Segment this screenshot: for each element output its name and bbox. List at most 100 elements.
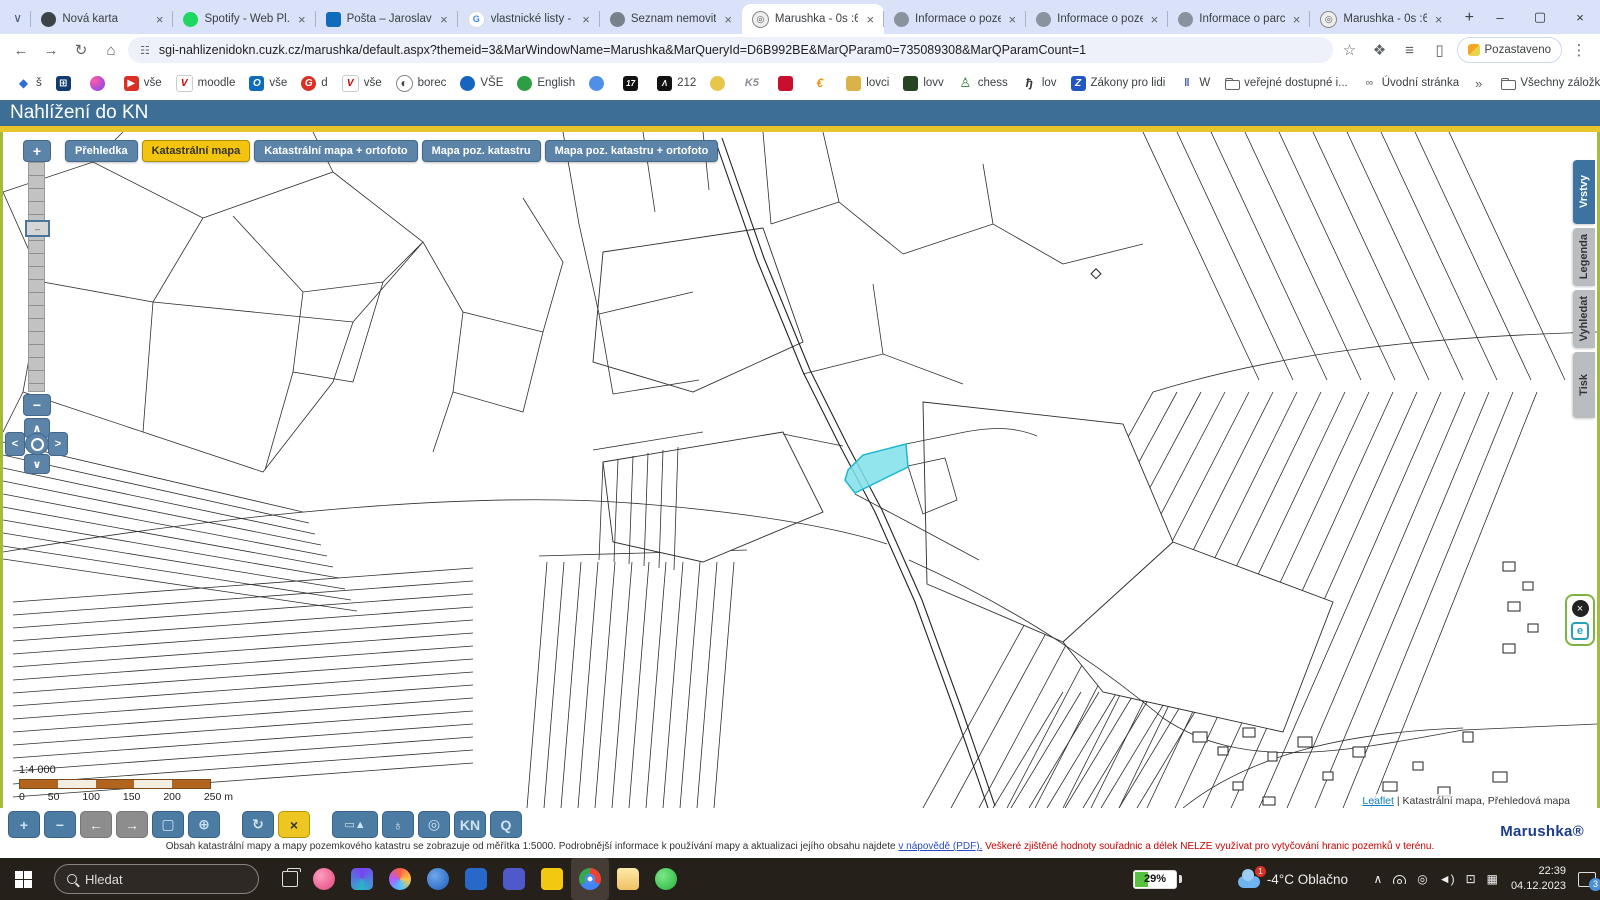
forward-icon[interactable]: → — [38, 37, 64, 63]
address-bar[interactable]: ☷ sgi-nahlizenidokn.cuzk.cz/marushka/def… — [128, 37, 1333, 63]
tab-nova-karta[interactable]: Nová karta × — [31, 4, 173, 34]
window-close-button[interactable]: × — [1560, 2, 1600, 32]
notification-center[interactable]: 3 — [1578, 858, 1596, 900]
layer-mapa-poz-katastru-ortofoto[interactable]: Mapa poz. katastru + ortofoto — [545, 140, 719, 162]
bookmark-item[interactable]: Vmoodle — [170, 72, 242, 95]
bookmarks-overflow-chevron[interactable]: » — [1467, 76, 1490, 91]
zoom-slider-track[interactable] — [28, 162, 45, 392]
reload-icon[interactable]: ↻ — [68, 37, 94, 63]
new-tab-button[interactable]: + — [1458, 6, 1480, 30]
side-panel-icon[interactable]: ▯ — [1427, 37, 1453, 63]
bookmark-item[interactable]: 17 — [617, 73, 649, 94]
tab-close-icon[interactable]: × — [1149, 12, 1161, 27]
gps-target-tool[interactable]: ◎ — [418, 811, 450, 838]
window-restore-button[interactable]: ▢ — [1520, 2, 1560, 32]
tab-informace-1[interactable]: Informace o poze... × — [884, 4, 1026, 34]
zoom-rectangle-tool[interactable]: ▢ — [152, 811, 184, 838]
bookmark-item[interactable]: € — [806, 73, 838, 94]
bookmark-item[interactable]: veřejné dostupné i... — [1218, 73, 1354, 94]
tab-posta[interactable]: Pošta – Jaroslav ... × — [316, 4, 458, 34]
zoom-in-button[interactable]: + — [23, 140, 51, 162]
battery-indicator[interactable]: 29% — [1133, 858, 1182, 900]
taskbar-search-input[interactable]: Hledat — [54, 864, 259, 894]
all-bookmarks-button[interactable]: Všechny záložky — [1494, 73, 1600, 94]
leaflet-link[interactable]: Leaflet — [1362, 795, 1394, 807]
bookmark-item[interactable]: Ovše — [243, 73, 293, 94]
bookmark-item[interactable]: ◆š — [10, 73, 48, 94]
app-icon-chrome-active[interactable] — [571, 858, 609, 900]
bookmark-item[interactable] — [583, 73, 615, 94]
layer-katastralni-mapa-ortofoto[interactable]: Katastrální mapa + ortofoto — [254, 140, 417, 162]
url-text[interactable]: sgi-nahlizenidokn.cuzk.cz/marushka/defau… — [159, 43, 1086, 57]
zoom-in-tool[interactable]: + — [8, 811, 40, 838]
app-icon-explorer[interactable] — [609, 858, 647, 900]
app-icon-powerbi[interactable] — [533, 858, 571, 900]
layer-prehledka[interactable]: Přehledka — [65, 140, 138, 162]
tab-close-icon[interactable]: × — [580, 12, 592, 27]
tab-close-icon[interactable]: × — [1291, 12, 1303, 27]
wifi-icon[interactable] — [1393, 875, 1406, 884]
layer-mapa-poz-katastru[interactable]: Mapa poz. katastru — [422, 140, 541, 162]
pan-down-button[interactable]: ∨ — [24, 454, 50, 474]
kn-info-tool[interactable]: KN — [454, 811, 486, 838]
bookmark-star-icon[interactable]: ☆ — [1337, 37, 1363, 63]
tab-informace-2[interactable]: Informace o poze... × — [1026, 4, 1168, 34]
pan-left-button[interactable]: < — [5, 432, 25, 456]
tab-close-icon[interactable]: × — [154, 12, 166, 27]
bookmark-item[interactable]: ZZákony pro lidi — [1065, 73, 1172, 94]
tab-close-icon[interactable]: × — [1007, 12, 1019, 27]
side-tab-legenda[interactable]: Legenda — [1573, 228, 1595, 286]
app-icon-resolve[interactable] — [381, 858, 419, 900]
bookmark-item[interactable]: ∞Úvodní stránka — [1356, 73, 1465, 94]
tab-marushka-active[interactable]: ◎ Marushka - 0s :6... × — [742, 4, 884, 34]
info-e-icon[interactable]: e — [1571, 622, 1589, 640]
bookmark-item[interactable]: ◐borec — [390, 72, 453, 95]
zoom-out-tool[interactable]: − — [44, 811, 76, 838]
bookmark-item[interactable]: ⊞ — [50, 73, 82, 94]
bookmark-item[interactable] — [704, 73, 736, 94]
side-tab-vyhledat[interactable]: Vyhledat — [1573, 290, 1595, 348]
close-icon[interactable]: × — [1572, 600, 1589, 617]
refresh-tool[interactable]: ↻ — [242, 811, 274, 838]
reading-list-icon[interactable]: ≡ — [1397, 37, 1423, 63]
tab-close-icon[interactable]: × — [864, 12, 876, 27]
extensions-icon[interactable]: ❖ — [1367, 37, 1393, 63]
tab-seznam-nemovitosti[interactable]: Seznam nemovit... × — [600, 4, 742, 34]
tab-close-icon[interactable]: × — [1433, 12, 1445, 27]
app-icon-calendar[interactable] — [457, 858, 495, 900]
start-button[interactable] — [0, 858, 46, 900]
task-view-icon[interactable] — [275, 864, 305, 894]
cancel-tool[interactable]: × — [278, 811, 310, 838]
volume-icon[interactable]: ◄) — [1439, 872, 1455, 886]
map-viewport[interactable]: Přehledka Katastrální mapa Katastrální m… — [0, 132, 1600, 808]
full-extent-globe-tool[interactable]: ⊕ — [188, 811, 220, 838]
locate-pin-tool[interactable]: ♁ — [382, 811, 414, 838]
bookmark-item[interactable]: lovci — [840, 73, 895, 94]
bookmark-item[interactable]: ♙chess — [952, 73, 1014, 94]
bookmark-item[interactable]: English — [511, 73, 581, 94]
window-minimize-button[interactable]: – — [1480, 2, 1520, 32]
keyboard-icon[interactable]: ▦ — [1487, 872, 1498, 886]
pan-right-button[interactable]: > — [48, 432, 68, 456]
back-icon[interactable]: ← — [8, 37, 34, 63]
menu-kebab-icon[interactable]: ⋮ — [1566, 37, 1592, 63]
measure-tool[interactable]: ▭▲ — [332, 811, 378, 838]
bookmark-item[interactable]: Gd — [295, 73, 333, 94]
tab-close-icon[interactable]: × — [722, 12, 734, 27]
paused-sync-chip[interactable]: Pozastaveno — [1457, 37, 1563, 63]
cadastral-map[interactable] — [3, 132, 1597, 808]
help-pdf-link[interactable]: v nápovědě (PDF). — [898, 841, 982, 852]
app-icon-dynamics[interactable] — [343, 858, 381, 900]
tab-vlastnicke-listy[interactable]: G vlastnické listy - ... × — [458, 4, 600, 34]
bookmark-item[interactable]: ‖W — [1173, 73, 1216, 94]
taskbar-clock[interactable]: 22:39 04.12.2023 — [1511, 858, 1566, 900]
bookmark-item[interactable]: ђlov — [1016, 73, 1063, 94]
tray-chevron-icon[interactable]: ∧ — [1373, 872, 1382, 886]
zoom-out-button[interactable]: − — [23, 394, 51, 416]
history-forward-tool[interactable]: → — [116, 811, 148, 838]
bookmark-item[interactable]: K5 — [738, 73, 770, 94]
site-settings-icon[interactable]: ☷ — [140, 44, 151, 57]
bookmark-item[interactable]: Λ212 — [651, 73, 702, 94]
bookmark-item[interactable]: Vvše — [336, 72, 388, 95]
tab-close-icon[interactable]: × — [296, 12, 308, 27]
